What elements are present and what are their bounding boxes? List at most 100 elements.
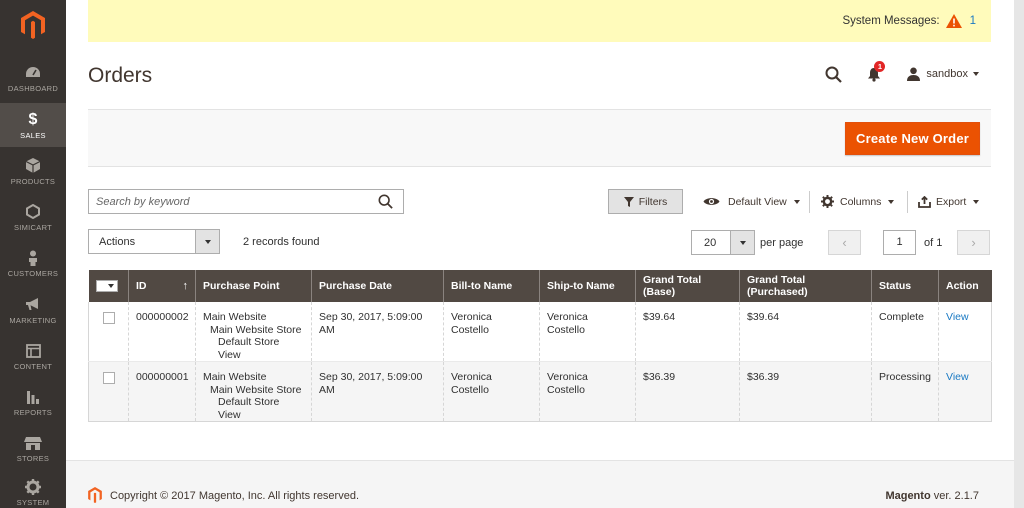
mass-select-dropdown[interactable] [95, 280, 118, 293]
column-header-grand-total-base[interactable]: Grand Total (Base) [635, 270, 740, 302]
user-account-menu[interactable]: sandbox [907, 67, 979, 81]
mass-actions-label: Actions [99, 235, 136, 248]
megaphone-icon [25, 296, 41, 314]
global-search-button[interactable] [823, 64, 843, 84]
hexagon-icon [26, 203, 40, 221]
row-select-cell [88, 361, 129, 422]
export-label: Export [936, 195, 967, 208]
sidebar-item-customers[interactable]: CUSTOMERS [0, 241, 66, 285]
filters-button[interactable]: Filters [608, 189, 683, 214]
column-header-id[interactable]: ID ↑ [128, 270, 196, 302]
next-page-button[interactable]: › [957, 230, 990, 255]
main-content: System Messages: 1 Orders 1 sandbox Crea… [66, 0, 1014, 508]
per-page-value: 20 [704, 236, 717, 249]
sidebar-item-content[interactable]: CONTENT [0, 334, 66, 378]
page-number-input[interactable]: 1 [883, 230, 916, 255]
previous-page-button[interactable]: ‹ [828, 230, 861, 255]
chevron-down-icon [195, 230, 219, 253]
export-dropdown[interactable]: Export [918, 189, 980, 214]
create-new-order-button[interactable]: Create New Order [845, 122, 980, 155]
mass-actions-select[interactable]: Actions [88, 229, 220, 254]
view-order-link[interactable]: View [946, 371, 969, 383]
action-cell: View [938, 361, 992, 422]
chevron-left-icon: ‹ [842, 235, 847, 250]
divider [809, 191, 810, 213]
magento-footer-logo [88, 487, 102, 506]
purchase-date: Sep 30, 2017, 5:09:00 AM [311, 302, 444, 362]
row-checkbox[interactable] [103, 372, 115, 384]
system-messages-label: System Messages: [842, 15, 940, 27]
notifications-button[interactable]: 1 [863, 61, 886, 85]
page-footer: Copyright © 2017 Magento, Inc. All right… [66, 460, 1014, 508]
order-id: 000000002 [128, 302, 196, 362]
person-icon [27, 249, 39, 267]
user-icon [907, 67, 921, 81]
ship-to-name: Veronica Costello [539, 302, 636, 362]
search-icon [825, 66, 842, 83]
chevron-down-icon [973, 199, 980, 204]
order-id: 000000001 [128, 361, 196, 422]
eye-icon [703, 198, 720, 205]
keyword-search [88, 189, 404, 214]
sidebar-item-dashboard[interactable]: DASHBOARD [0, 56, 66, 100]
admin-sidebar: DASHBOARD $ SALES PRODUCTS SIMICART CUST… [0, 0, 66, 508]
chevron-down-icon [107, 284, 114, 289]
table-row[interactable]: 000000001 Main Website Main Website Stor… [88, 361, 992, 422]
row-select-cell [88, 302, 129, 362]
purchase-point: Main Website Main Website Store Default … [195, 302, 312, 362]
sort-ascending-icon: ↑ [182, 280, 189, 292]
divider [907, 191, 908, 213]
magento-logo[interactable] [0, 0, 66, 50]
action-cell: View [938, 302, 992, 362]
row-checkbox[interactable] [103, 312, 115, 324]
column-header-status[interactable]: Status [871, 270, 939, 302]
grand-total-base: $39.64 [635, 302, 740, 362]
column-header-action: Action [938, 270, 992, 302]
sidebar-item-stores[interactable]: STORES [0, 426, 66, 470]
sidebar-item-sales[interactable]: $ SALES [0, 103, 66, 147]
notifications-badge: 1 [874, 61, 886, 72]
order-status: Processing [871, 361, 939, 422]
sidebar-item-simicart[interactable]: SIMICART [0, 195, 66, 239]
dollar-icon: $ [28, 110, 38, 128]
sidebar-item-reports[interactable]: REPORTS [0, 380, 66, 424]
window-edge [1014, 0, 1024, 508]
store-icon [24, 434, 42, 452]
username: sandbox [926, 68, 968, 80]
system-messages-count[interactable]: 1 [970, 15, 976, 27]
sidebar-item-system[interactable]: SYSTEM [0, 470, 66, 508]
grand-total-base: $36.39 [635, 361, 740, 422]
bar-chart-icon [26, 388, 40, 406]
purchase-date: Sep 30, 2017, 5:09:00 AM [311, 361, 444, 422]
chevron-down-icon [793, 199, 800, 204]
column-header-purchase-date[interactable]: Purchase Date [311, 270, 444, 302]
default-view-dropdown[interactable]: Default View [703, 189, 800, 214]
dashboard-icon [25, 64, 41, 82]
page-title: Orders [88, 64, 153, 87]
records-found: 2 records found [243, 236, 320, 248]
table-header-row: ID ↑ Purchase Point Purchase Date Bill-to… [88, 270, 992, 302]
search-submit-button[interactable] [367, 190, 403, 213]
warning-icon[interactable] [945, 14, 962, 28]
sidebar-item-marketing[interactable]: MARKETING [0, 288, 66, 332]
per-page-select[interactable]: 20 [691, 230, 755, 255]
grand-total-purchased: $39.64 [739, 302, 872, 362]
columns-dropdown[interactable]: Columns [821, 189, 895, 214]
sidebar-item-products[interactable]: PRODUCTS [0, 149, 66, 193]
view-order-link[interactable]: View [946, 311, 969, 323]
bill-to-name: Veronica Costello [443, 302, 540, 362]
column-header-purchase-point[interactable]: Purchase Point [195, 270, 312, 302]
search-input[interactable] [89, 190, 367, 213]
column-header-ship-to-name[interactable]: Ship-to Name [539, 270, 636, 302]
page-actions-bar: Create New Order [88, 109, 991, 167]
table-row[interactable]: 000000002 Main Website Main Website Stor… [88, 302, 992, 362]
column-header-bill-to-name[interactable]: Bill-to Name [443, 270, 540, 302]
select-all-header [88, 270, 129, 302]
bill-to-name: Veronica Costello [443, 361, 540, 422]
chevron-down-icon [888, 199, 895, 204]
header-actions: 1 sandbox [823, 61, 979, 86]
cube-icon [26, 157, 40, 175]
version-info: Magento ver. 2.1.7 [885, 490, 979, 502]
column-header-grand-total-purchased[interactable]: Grand Total (Purchased) [739, 270, 872, 302]
filters-label: Filters [638, 195, 668, 208]
